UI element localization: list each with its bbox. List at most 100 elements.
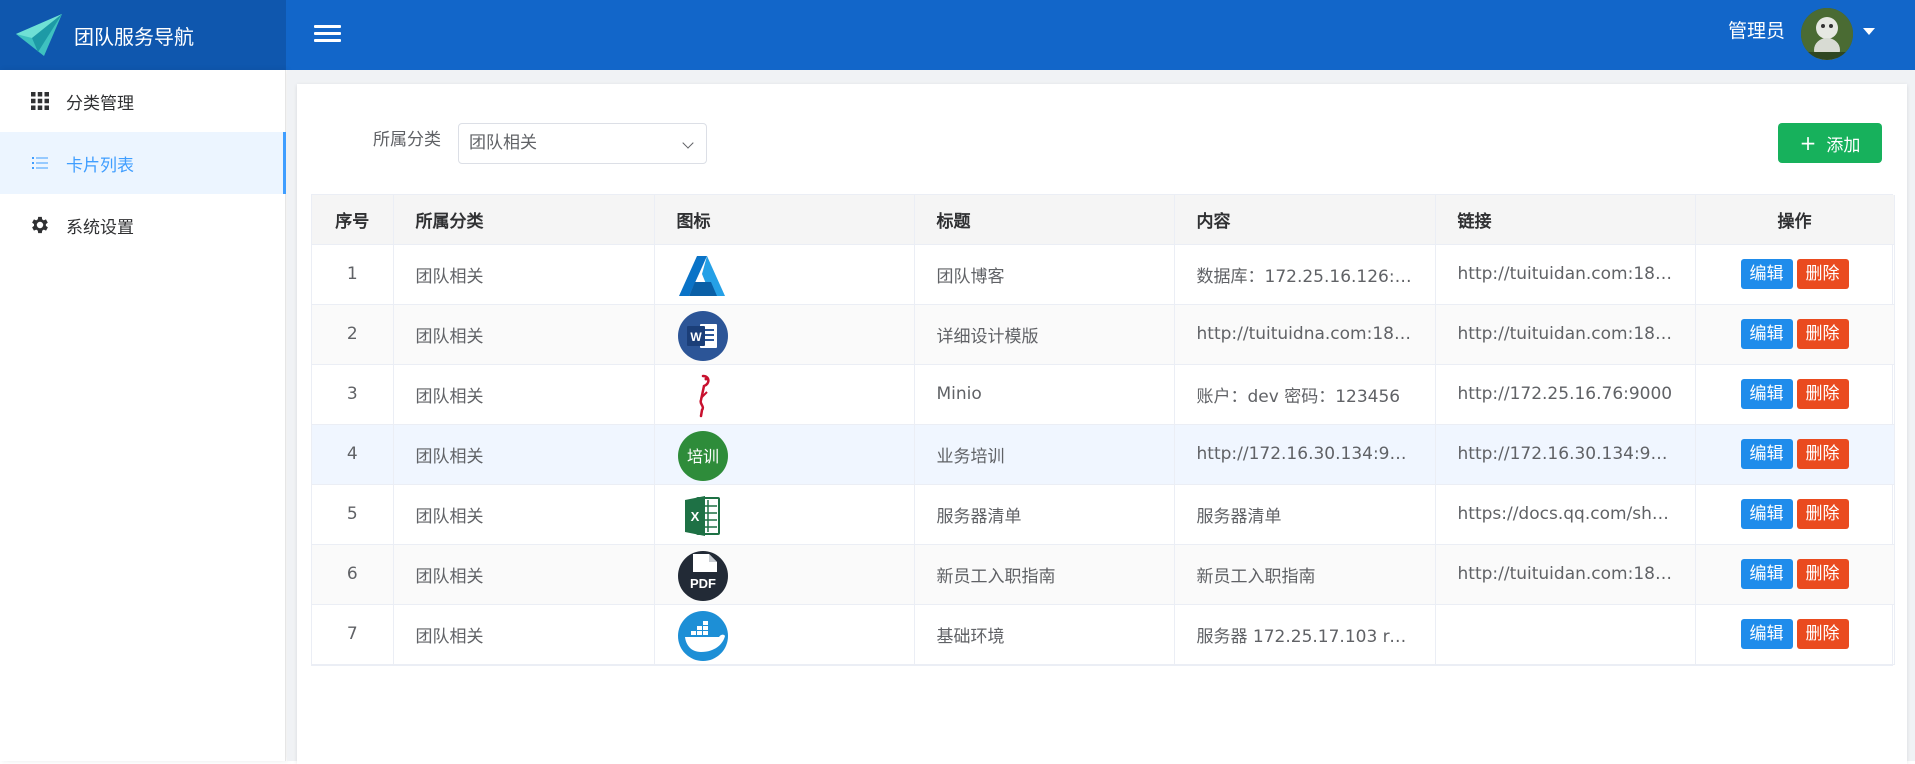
cell-content: 数据库：172.25.16.126:3306 <box>1174 244 1436 305</box>
training-badge-label: 培训 <box>686 447 718 466</box>
sidebar: 分类管理 卡片列表 系统设置 <box>0 70 286 761</box>
cell-link: https://docs.qq.com/sheet/DQnF <box>1435 484 1696 545</box>
cell-link <box>1435 604 1696 665</box>
main-area: 所属分类 团队相关 + 添加 序号 所属分类 图标 标题 内容 链接 操作 1 … <box>287 70 1915 764</box>
top-bar: 团队服务导航 管理员 <box>0 0 1915 70</box>
edit-button[interactable]: 编辑 <box>1740 619 1793 649</box>
sidebar-item-label: 卡片列表 <box>66 155 134 176</box>
sidebar-item-card-list[interactable]: 卡片列表 <box>0 132 286 194</box>
avatar-image <box>1801 8 1853 60</box>
edit-button[interactable]: 编辑 <box>1740 439 1793 469</box>
cell-content: 新员工入职指南 <box>1174 544 1436 605</box>
sidebar-item-label: 分类管理 <box>66 93 134 114</box>
sidebar-item-category[interactable]: 分类管理 <box>0 70 285 132</box>
gear-icon <box>29 214 51 236</box>
cell-index: 4 <box>312 424 394 485</box>
table-row: 2 团队相关 W 详细设计模版 http://tuituidna.com:188… <box>312 304 1895 365</box>
cell-link: http://tuituidan.com:18888/ <box>1435 244 1696 305</box>
cell-index: 7 <box>312 604 394 665</box>
cell-category: 团队相关 <box>393 304 655 365</box>
delete-button[interactable]: 删除 <box>1796 619 1849 649</box>
app-title: 团队服务导航 <box>74 24 194 49</box>
cell-content: http://172.16.30.134:9000/training <box>1174 424 1436 485</box>
table-row: 3 团队相关 Minio 账户：dev 密码：123456 http://172… <box>312 364 1895 425</box>
pdf-document-icon: PDF <box>677 550 728 601</box>
cell-content: 服务器 172.25.17.103 root <box>1174 604 1436 665</box>
cell-title: 服务器清单 <box>914 484 1175 545</box>
azure-logo-icon <box>678 255 725 296</box>
cell-title: 基础环境 <box>914 604 1175 665</box>
sidebar-item-settings[interactable]: 系统设置 <box>0 194 285 256</box>
cell-category: 团队相关 <box>393 364 655 425</box>
cell-index: 1 <box>312 244 394 305</box>
cell-category: 团队相关 <box>393 544 655 605</box>
card-table: 序号 所属分类 图标 标题 内容 链接 操作 1 团队相关 团队博客 数据库：1… <box>311 194 1895 666</box>
cell-category: 团队相关 <box>393 424 655 485</box>
edit-button[interactable]: 编辑 <box>1740 379 1793 409</box>
word-document-icon: W <box>677 310 728 361</box>
table-row: 7 团队相关 基础环境 服务器 172.25.17.103 root 编辑 删除 <box>312 604 1895 665</box>
pdf-badge-label: PDF <box>690 576 716 591</box>
cell-title: 详细设计模版 <box>914 304 1175 365</box>
sidebar-item-label: 系统设置 <box>66 217 134 238</box>
table-row: 4 团队相关 培训 业务培训 http://172.16.30.134:9000… <box>312 424 1895 485</box>
svg-text:X: X <box>690 509 699 524</box>
delete-button[interactable]: 删除 <box>1796 319 1849 349</box>
plus-icon: + <box>1799 131 1817 155</box>
delete-button[interactable]: 删除 <box>1796 499 1849 529</box>
edit-button[interactable]: 编辑 <box>1740 559 1793 589</box>
cell-index: 5 <box>312 484 394 545</box>
category-select[interactable]: 团队相关 <box>458 123 707 164</box>
delete-button[interactable]: 删除 <box>1796 439 1849 469</box>
table-row: 5 团队相关 X 服务器清单 服务器清单 https://docs.qq.com… <box>312 484 1895 545</box>
cell-content: 账户：dev 密码：123456 <box>1174 364 1436 425</box>
table-row: 6 团队相关 PDF 新员工入职指南 新员工入职指南 http://tuitui… <box>312 544 1895 605</box>
svg-text:W: W <box>690 330 702 344</box>
column-header: 标题 <box>914 195 1175 245</box>
content-card: 所属分类 团队相关 + 添加 序号 所属分类 图标 标题 内容 链接 操作 1 … <box>297 84 1907 764</box>
cell-content: http://tuituidna.com:18888/doc <box>1174 304 1436 365</box>
cell-category: 团队相关 <box>393 484 655 545</box>
training-badge-icon: 培训 <box>677 430 728 481</box>
delete-button[interactable]: 删除 <box>1796 259 1849 289</box>
delete-button[interactable]: 删除 <box>1796 379 1849 409</box>
list-icon <box>29 152 51 174</box>
filter-label: 所属分类 <box>373 130 441 150</box>
column-header: 序号 <box>312 195 394 245</box>
table-row: 1 团队相关 团队博客 数据库：172.25.16.126:3306 http:… <box>312 244 1895 305</box>
column-header: 所属分类 <box>393 195 655 245</box>
avatar[interactable] <box>1801 8 1853 60</box>
cell-link: http://172.25.16.76:9000 <box>1435 364 1696 425</box>
edit-button[interactable]: 编辑 <box>1740 259 1793 289</box>
cell-category: 团队相关 <box>393 244 655 305</box>
docker-whale-icon <box>677 610 728 661</box>
excel-sheet-icon: X <box>684 495 720 536</box>
cell-link: http://tuituidan.com:18888/guide <box>1435 544 1696 605</box>
delete-button[interactable]: 删除 <box>1796 559 1849 589</box>
column-header: 操作 <box>1695 195 1895 245</box>
cell-title: 团队博客 <box>914 244 1175 305</box>
cell-index: 6 <box>312 544 394 605</box>
edit-button[interactable]: 编辑 <box>1740 319 1793 349</box>
category-select-value: 团队相关 <box>469 133 537 153</box>
cell-index: 2 <box>312 304 394 365</box>
add-button-label: 添加 <box>1826 135 1861 156</box>
add-button[interactable]: + 添加 <box>1778 123 1882 163</box>
hamburger-icon[interactable] <box>312 19 344 51</box>
caret-down-icon[interactable] <box>1863 28 1875 35</box>
table-header-row: 序号 所属分类 图标 标题 内容 链接 操作 <box>312 195 1895 245</box>
brand[interactable]: 团队服务导航 <box>0 0 286 70</box>
column-header: 内容 <box>1174 195 1436 245</box>
cell-title: Minio <box>914 364 1175 425</box>
minio-flamingo-icon <box>698 374 710 417</box>
user-name[interactable]: 管理员 <box>1728 0 1785 70</box>
chevron-down-icon <box>682 137 694 149</box>
cell-index: 3 <box>312 364 394 425</box>
cell-category: 团队相关 <box>393 604 655 665</box>
paper-plane-icon <box>16 14 62 56</box>
grid-icon <box>29 90 51 112</box>
cell-title: 新员工入职指南 <box>914 544 1175 605</box>
column-header: 图标 <box>654 195 915 245</box>
column-header: 链接 <box>1435 195 1696 245</box>
edit-button[interactable]: 编辑 <box>1740 499 1793 529</box>
